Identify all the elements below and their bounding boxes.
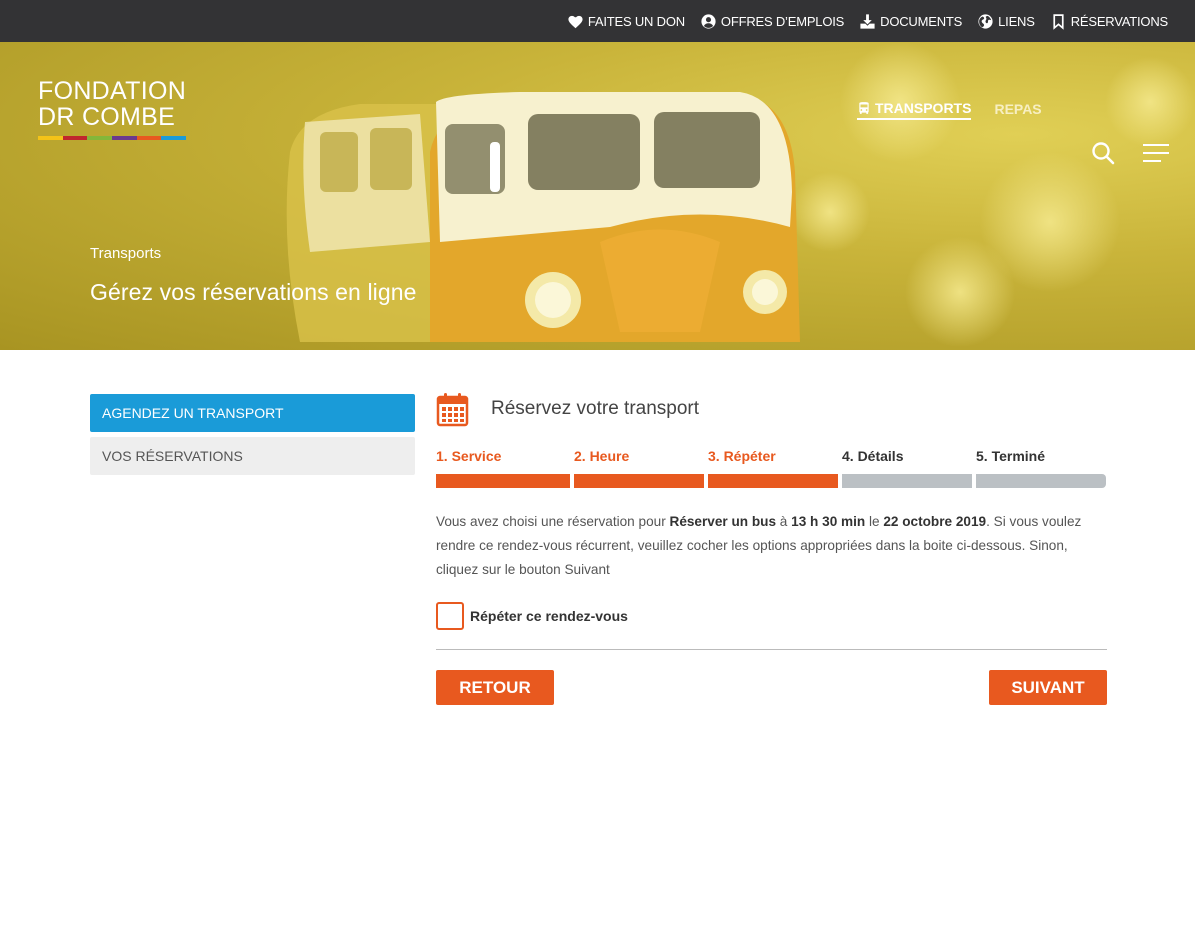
jobs-link-label: OFFRES D’EMPLOIS — [720, 13, 845, 29]
booking-heading: Réservez votre transport — [436, 390, 1107, 428]
step-heure: 2. Heure — [574, 448, 629, 466]
logo-color-segment — [62, 136, 88, 140]
documents-link[interactable]: DOCUMENTS — [859, 13, 962, 30]
search-icon[interactable] — [1091, 141, 1115, 165]
booking-description: Vous avez choisi une réservation pour Ré… — [436, 510, 1107, 582]
logo-color-segment — [112, 136, 137, 140]
step-label: 5. Terminé — [976, 448, 1045, 464]
step-repeter: 3. Répéter — [708, 448, 776, 466]
step-bar-heure — [574, 474, 704, 488]
step-bar-repeter — [708, 474, 838, 488]
nav-transports-label: TRANSPORTS — [875, 100, 972, 116]
logo-color-segment — [161, 136, 187, 140]
page-title: Gérez vos réservations en ligne — [90, 279, 417, 305]
reservations-link[interactable]: RÉSERVATIONS — [1050, 13, 1168, 30]
back-button[interactable]: RETOUR — [436, 670, 554, 705]
sidebar-item-my-reservations[interactable]: VOS RÉSERVATIONS — [90, 437, 415, 475]
heart-icon — [568, 15, 583, 28]
main-navigation: TRANSPORTS REPAS — [857, 100, 1042, 120]
reservations-link-label: RÉSERVATIONS — [1070, 13, 1168, 29]
repeat-label: Répéter ce rendez-vous — [470, 608, 628, 624]
step-bar-service — [436, 474, 570, 488]
user-circle-icon — [701, 13, 716, 29]
donate-link-label: FAITES UN DON — [587, 13, 685, 29]
logo-color-segment — [38, 136, 63, 140]
logo-color-segment — [87, 136, 113, 140]
links-link-label: LIENS — [998, 13, 1035, 29]
step-bar-termine — [976, 474, 1106, 488]
utility-bar: FAITES UN DON OFFRES D’EMPLOIS DOCUMENTS… — [0, 0, 1195, 42]
logo-color-bar — [38, 136, 187, 140]
booking-title: Réservez votre transport — [491, 398, 700, 419]
desc-text: le — [865, 514, 884, 529]
step-termine: 5. Terminé — [976, 448, 1045, 466]
booking-panel: Réservez votre transport 1. Service 2. H… — [436, 390, 1107, 705]
repeat-checkbox[interactable] — [436, 602, 464, 630]
step-label: 2. Heure — [574, 448, 630, 464]
logo-line-1: FONDATION — [38, 77, 187, 105]
repeat-option[interactable]: Répéter ce rendez-vous — [436, 602, 628, 630]
nav-repas[interactable]: REPAS — [994, 101, 1041, 119]
breadcrumb[interactable]: Transports — [90, 245, 161, 262]
globe-icon — [978, 13, 993, 29]
step-label: 3. Répéter — [708, 448, 776, 464]
divider — [436, 649, 1107, 650]
hero-banner: FONDATION DR COMBE TRANSPORTS REPAS Tran… — [0, 42, 1195, 350]
sidebar-item-label: AGENDEZ UN TRANSPORT — [102, 405, 284, 421]
desc-service: Réserver un bus — [669, 514, 777, 529]
logo-color-segment — [136, 136, 162, 140]
utility-links: FAITES UN DON OFFRES D’EMPLOIS DOCUMENTS… — [567, 0, 1168, 42]
step-label: 1. Service — [436, 448, 502, 464]
bookmark-icon — [1053, 13, 1064, 30]
desc-text: à — [776, 514, 792, 529]
nav-transports[interactable]: TRANSPORTS — [857, 100, 972, 120]
sidebar: AGENDEZ UN TRANSPORT VOS RÉSERVATIONS — [90, 394, 415, 480]
sidebar-item-label: VOS RÉSERVATIONS — [102, 448, 243, 464]
next-button[interactable]: SUIVANT — [989, 670, 1107, 705]
sidebar-item-book-transport[interactable]: AGENDEZ UN TRANSPORT — [90, 394, 415, 432]
foundation-logo[interactable]: FONDATION DR COMBE — [38, 78, 188, 140]
desc-text: Vous avez choisi une réservation pour — [436, 514, 670, 529]
step-bar-details — [842, 474, 972, 488]
calendar-icon — [436, 392, 469, 426]
menu-icon[interactable] — [1143, 142, 1169, 164]
bus-icon — [859, 102, 869, 114]
step-label: 4. Détails — [842, 448, 904, 464]
links-link[interactable]: LIENS — [977, 13, 1035, 30]
download-icon — [860, 13, 875, 29]
jobs-link[interactable]: OFFRES D’EMPLOIS — [700, 13, 844, 30]
desc-date: 22 octobre 2019 — [883, 514, 987, 529]
logo-line-2: DR COMBE — [38, 103, 176, 131]
nav-repas-label: REPAS — [994, 101, 1042, 117]
progress-steps: 1. Service 2. Heure 3. Répéter 4. Détail… — [436, 448, 1107, 490]
documents-link-label: DOCUMENTS — [880, 13, 963, 29]
donate-link[interactable]: FAITES UN DON — [567, 13, 685, 30]
step-service: 1. Service — [436, 448, 501, 466]
step-details: 4. Détails — [842, 448, 903, 466]
desc-time: 13 h 30 min — [791, 514, 866, 529]
